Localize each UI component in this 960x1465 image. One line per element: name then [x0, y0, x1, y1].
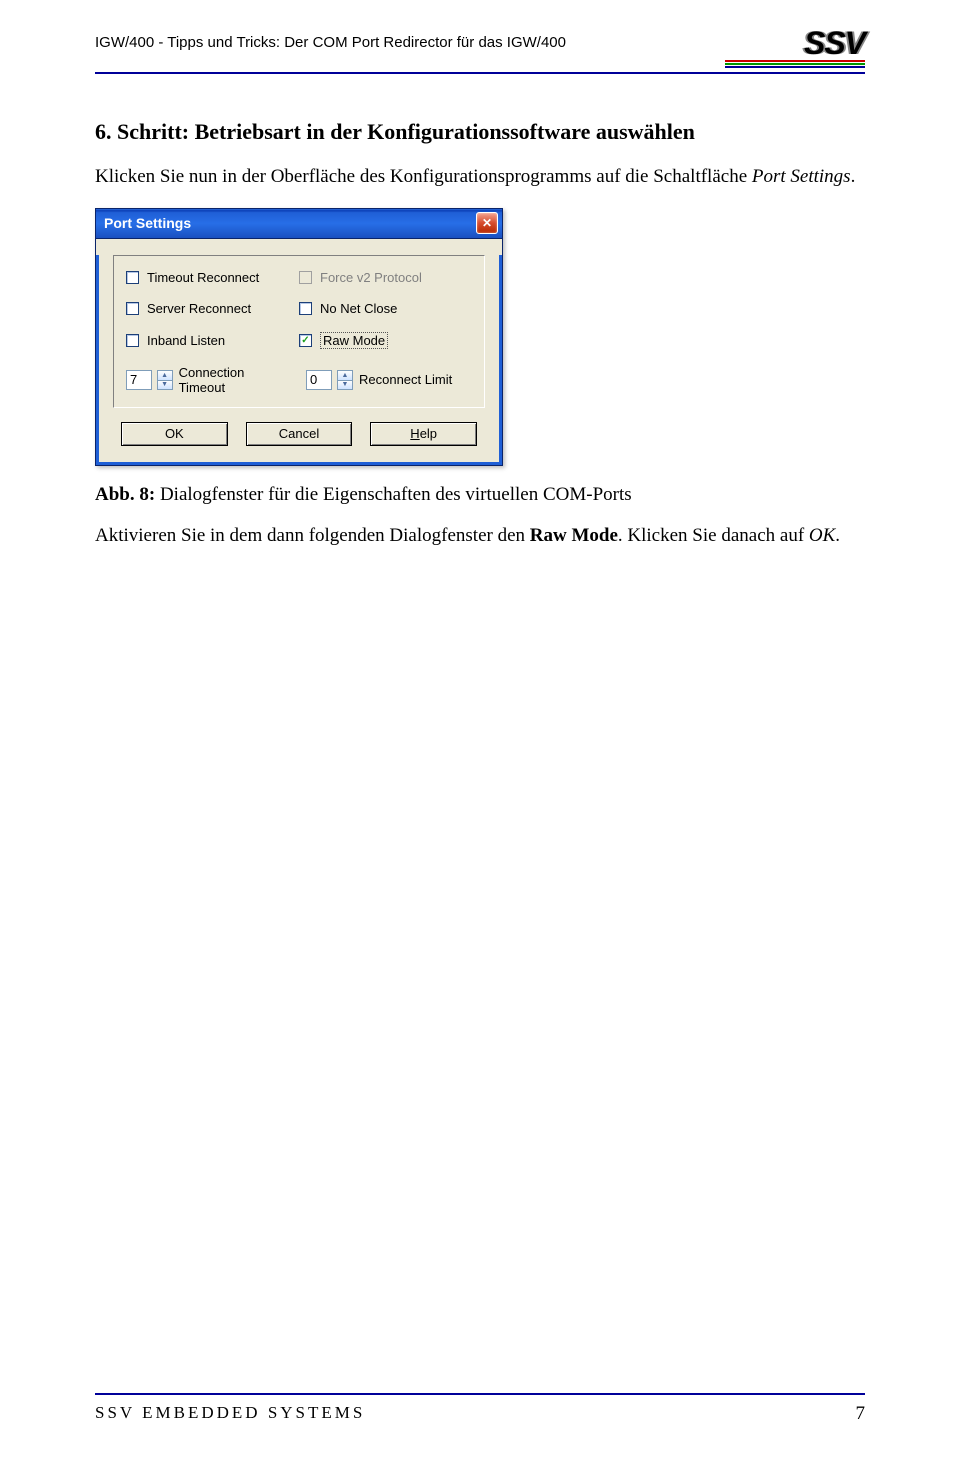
checkbox-label: No Net Close	[320, 301, 397, 316]
chevron-up-icon[interactable]: ▲	[158, 371, 172, 380]
document-header-title: IGW/400 - Tipps und Tricks: Der COM Port…	[95, 30, 566, 51]
spinner-connection-timeout[interactable]: 7 ▲ ▼ Connection Timeout	[126, 365, 292, 395]
spinner-label: Connection Timeout	[179, 365, 292, 395]
intro-text-c: .	[851, 166, 856, 187]
help-button[interactable]: Help	[370, 422, 477, 446]
checkbox-no-net-close[interactable]: No Net Close	[299, 301, 472, 316]
after-b: Raw Mode	[530, 525, 618, 546]
checkbox-label: Inband Listen	[147, 333, 225, 348]
checkbox-icon	[126, 302, 139, 315]
caption-text: Dialogfenster für die Eigenschaften des …	[155, 484, 631, 505]
ssv-logo: SSV	[725, 30, 865, 68]
checkbox-server-reconnect[interactable]: Server Reconnect	[126, 301, 299, 316]
dialog-title: Port Settings	[104, 215, 191, 231]
checkbox-icon	[126, 334, 139, 347]
caption-label: Abb. 8:	[95, 484, 155, 505]
spinner-input[interactable]: 7	[126, 370, 152, 390]
dialog-titlebar[interactable]: Port Settings ✕	[96, 209, 502, 239]
checkbox-label: Server Reconnect	[147, 301, 251, 316]
checkbox-icon	[299, 302, 312, 315]
footer-rule	[95, 1393, 865, 1395]
spinner-label: Reconnect Limit	[359, 372, 452, 387]
spinner-input[interactable]: 0	[306, 370, 332, 390]
intro-text-a: Klicken Sie nun in der Oberfläche des Ko…	[95, 166, 752, 187]
after-paragraph: Aktivieren Sie in dem dann folgenden Dia…	[95, 524, 865, 549]
after-a: Aktivieren Sie in dem dann folgenden Dia…	[95, 525, 530, 546]
logo-text: SSV	[804, 30, 865, 57]
close-icon[interactable]: ✕	[476, 212, 498, 234]
cancel-button[interactable]: Cancel	[246, 422, 353, 446]
spinner-buttons[interactable]: ▲ ▼	[157, 370, 173, 390]
checkbox-raw-mode[interactable]: ✓ Raw Mode	[299, 332, 472, 349]
page-number: 7	[856, 1403, 866, 1425]
checkbox-force-v2: Force v2 Protocol	[299, 270, 472, 285]
logo-stripes	[725, 59, 865, 68]
spinner-buttons[interactable]: ▲ ▼	[337, 370, 353, 390]
checkbox-label: Timeout Reconnect	[147, 270, 259, 285]
ok-button[interactable]: OK	[121, 422, 228, 446]
footer-text: SSV EMBEDDED SYSTEMS	[95, 1403, 365, 1425]
checkbox-icon	[299, 271, 312, 284]
checkbox-label: Force v2 Protocol	[320, 270, 422, 285]
section-heading: 6. Schritt: Betriebsart in der Konfigura…	[95, 119, 865, 145]
chevron-down-icon[interactable]: ▼	[158, 380, 172, 389]
checkbox-icon-checked: ✓	[299, 334, 312, 347]
after-e: .	[835, 525, 840, 546]
options-group: Timeout Reconnect Force v2 Protocol Serv…	[113, 255, 485, 408]
chevron-up-icon[interactable]: ▲	[338, 371, 352, 380]
after-c: . Klicken Sie danach auf	[618, 525, 809, 546]
figure-caption: Abb. 8: Dialogfenster für die Eigenschaf…	[95, 484, 865, 506]
checkbox-icon	[126, 271, 139, 284]
port-settings-dialog: Port Settings ✕ Timeout Reconnect Force …	[95, 208, 503, 466]
checkbox-label: Raw Mode	[320, 332, 388, 349]
intro-paragraph: Klicken Sie nun in der Oberfläche des Ko…	[95, 165, 865, 190]
chevron-down-icon[interactable]: ▼	[338, 380, 352, 389]
header-rule	[95, 72, 865, 74]
after-d: OK	[809, 525, 835, 546]
checkbox-timeout-reconnect[interactable]: Timeout Reconnect	[126, 270, 299, 285]
intro-text-b: Port Settings	[752, 166, 851, 187]
spinner-reconnect-limit[interactable]: 0 ▲ ▼ Reconnect Limit	[306, 365, 472, 395]
checkbox-inband-listen[interactable]: Inband Listen	[126, 332, 299, 349]
help-label-rest: elp	[420, 426, 437, 441]
